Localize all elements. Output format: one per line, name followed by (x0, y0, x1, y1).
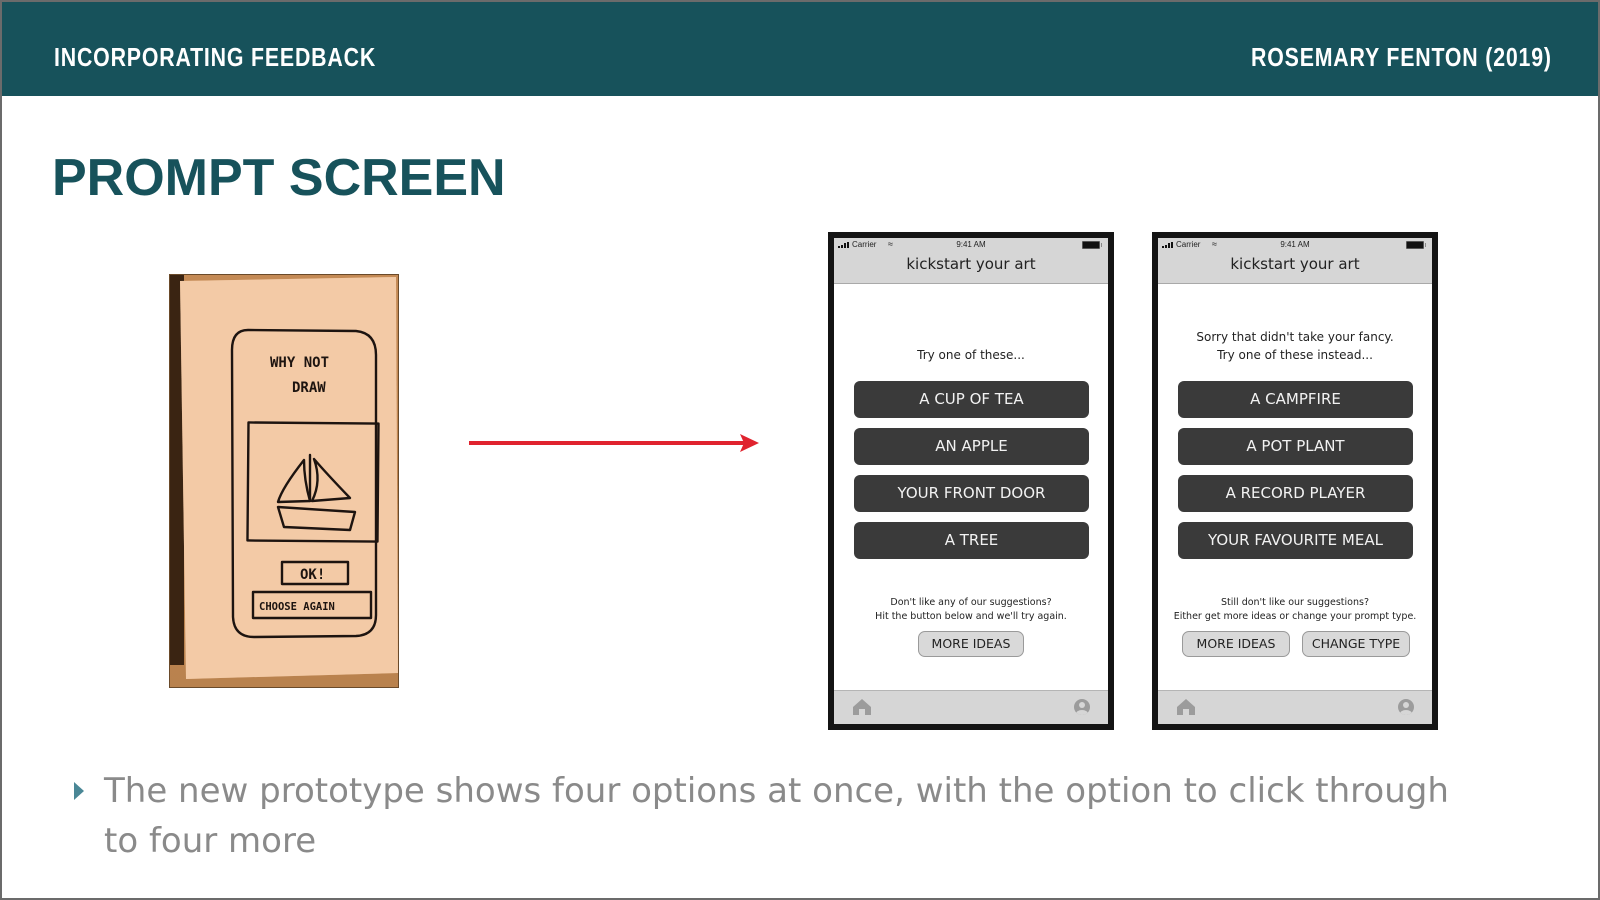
status-bar: Carrier ≈ 9:41 AM (834, 238, 1108, 252)
option-button[interactable]: AN APPLE (854, 428, 1089, 465)
sketch-ok-button: OK! (300, 567, 325, 583)
arrow-right-icon (469, 434, 759, 452)
more-ideas-button[interactable]: MORE IDEAS (1182, 631, 1290, 657)
more-ideas-button[interactable]: MORE IDEAS (918, 631, 1024, 657)
bullet-text: The new prototype shows four options at … (104, 771, 1449, 861)
phone-mockup-initial: Carrier ≈ 9:41 AM kickstart your art Try… (828, 232, 1114, 730)
navigation-bar: Carrier ≈ 9:41 AM kickstart your art (1158, 238, 1432, 284)
tab-bar (834, 690, 1108, 724)
sketch-choose-again-button: CHOOSE AGAIN (259, 601, 335, 613)
header-bar: INCORPORATING FEEDBACK ROSEMARY FENTON (… (2, 2, 1598, 96)
option-button[interactable]: A TREE (854, 522, 1089, 559)
author-credit: ROSEMARY FENTON (2019) (1251, 42, 1552, 72)
user-icon[interactable] (1398, 699, 1414, 715)
status-time: 9:41 AM (956, 240, 986, 249)
option-button[interactable]: A POT PLANT (1178, 428, 1413, 465)
sketch-title-line2: DRAW (292, 380, 326, 396)
phone-mockup-retry: Carrier ≈ 9:41 AM kickstart your art Sor… (1152, 232, 1438, 730)
hint-line: Hit the button below and we'll try again… (875, 611, 1067, 622)
option-button[interactable]: A RECORD PLAYER (1178, 475, 1413, 512)
status-bar: Carrier ≈ 9:41 AM (1158, 238, 1432, 252)
option-button[interactable]: YOUR FRONT DOOR (854, 475, 1089, 512)
slide-title: PROMPT SCREEN (52, 149, 506, 207)
hint-line: Don't like any of our suggestions? (890, 597, 1052, 608)
sketch-title-line1: WHY NOT (270, 355, 329, 371)
paper-prototype-photo: WHY NOT DRAW OK! CHOOSE AGAIN (169, 274, 399, 688)
hint-line: Still don't like our suggestions? (1221, 597, 1369, 608)
section-title: INCORPORATING FEEDBACK (54, 42, 377, 72)
app-title: kickstart your art (1230, 255, 1360, 273)
option-button[interactable]: A CUP OF TEA (854, 381, 1089, 418)
tab-bar (1158, 690, 1432, 724)
option-button[interactable]: A CAMPFIRE (1178, 381, 1413, 418)
hint-line: Either get more ideas or change your pro… (1173, 611, 1417, 622)
intro-line: Try one of these instead... (1217, 348, 1373, 362)
battery-icon (1082, 241, 1102, 249)
home-icon[interactable] (852, 698, 872, 716)
bullet-triangle-icon (74, 782, 84, 800)
phone-screen: Carrier ≈ 9:41 AM kickstart your art Try… (834, 238, 1108, 724)
intro-line: Sorry that didn't take your fancy. (1196, 330, 1394, 344)
change-type-button[interactable]: CHANGE TYPE (1302, 631, 1410, 657)
intro-text: Try one of these... (917, 348, 1025, 362)
battery-icon (1406, 241, 1426, 249)
user-icon[interactable] (1074, 699, 1090, 715)
navigation-bar: Carrier ≈ 9:41 AM kickstart your art (834, 238, 1108, 284)
hint-text: Still don't like our suggestions? Either… (1158, 596, 1432, 624)
option-button[interactable]: YOUR FAVOURITE MEAL (1178, 522, 1413, 559)
intro-text: Sorry that didn't take your fancy. Try o… (1158, 328, 1432, 364)
hint-text: Don't like any of our suggestions? Hit t… (834, 596, 1108, 624)
phone-screen: Carrier ≈ 9:41 AM kickstart your art Sor… (1158, 238, 1432, 724)
app-title: kickstart your art (906, 255, 1036, 273)
status-time: 9:41 AM (1280, 240, 1310, 249)
home-icon[interactable] (1176, 698, 1196, 716)
